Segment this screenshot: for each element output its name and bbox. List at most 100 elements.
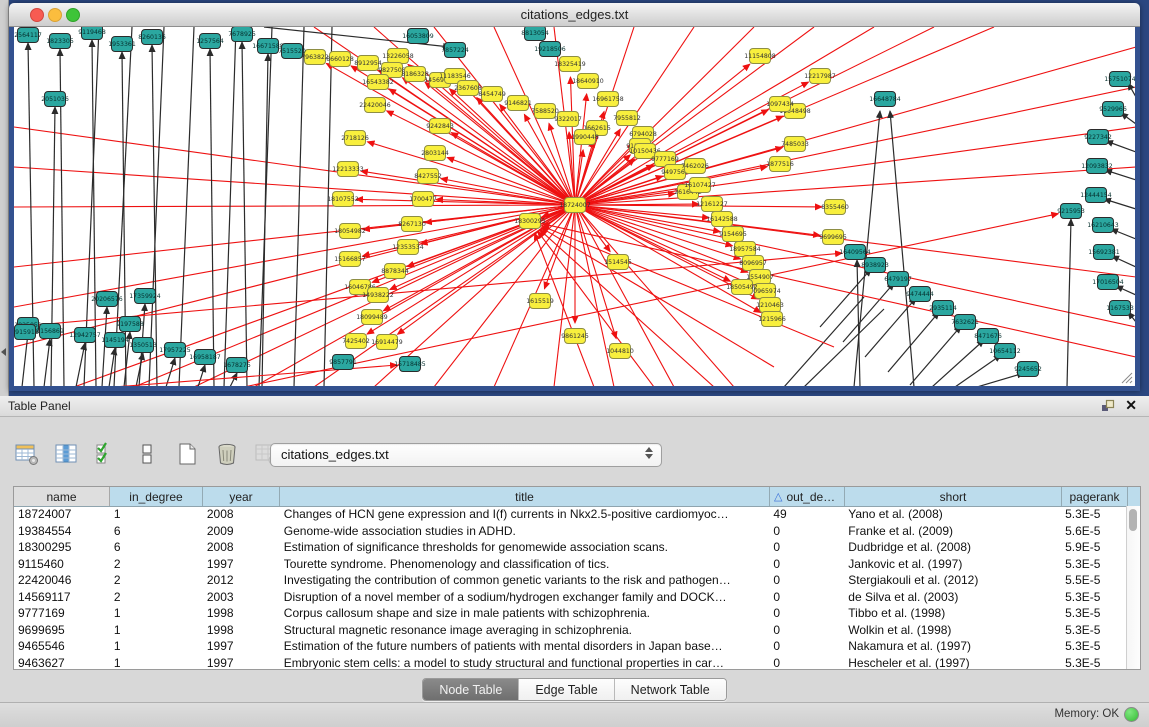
graph-node-8260136[interactable]: 8260136 bbox=[138, 30, 166, 45]
table-scrollbar[interactable] bbox=[1126, 506, 1140, 669]
graph-node-15718485[interactable]: 15718485 bbox=[394, 357, 426, 372]
red-edge[interactable] bbox=[542, 226, 834, 347]
graph-node-1823305[interactable]: 1823305 bbox=[46, 34, 74, 49]
graph-node-1350513[interactable]: 1350513 bbox=[129, 338, 157, 353]
red-edge[interactable] bbox=[14, 167, 575, 205]
graph-node-1615519[interactable]: 1615519 bbox=[526, 294, 554, 309]
black-edge[interactable] bbox=[44, 339, 50, 386]
red-edge[interactable] bbox=[421, 205, 575, 244]
graph-node-12942757[interactable]: 12942757 bbox=[69, 328, 101, 343]
table-row[interactable]: 1830029562008Estimation of significance … bbox=[14, 539, 1127, 556]
graph-node-1990448[interactable]: 1990448 bbox=[571, 130, 599, 145]
graph-node-1210463[interactable]: 1210463 bbox=[756, 298, 784, 313]
graph-node-8471676[interactable]: 8471676 bbox=[974, 329, 1002, 344]
graph-node-1257564[interactable]: 1257564 bbox=[196, 34, 224, 49]
table-row[interactable]: 977716911998Corpus callosum shape and si… bbox=[14, 605, 1127, 622]
black-edge[interactable] bbox=[1104, 199, 1135, 209]
row-height-icon[interactable] bbox=[134, 441, 160, 467]
graph-node-9146821[interactable]: 9146821 bbox=[504, 96, 532, 111]
red-edge[interactable] bbox=[575, 167, 1135, 205]
table-row[interactable]: 2242004622012Investigating the contribut… bbox=[14, 572, 1127, 589]
column-header-year[interactable]: year bbox=[203, 487, 280, 506]
graph-node-7632621[interactable]: 7632621 bbox=[951, 315, 979, 330]
graph-node-8660128[interactable]: 8660128 bbox=[326, 52, 354, 67]
table-options-icon[interactable] bbox=[14, 441, 40, 467]
graph-node-12353534[interactable]: 12353534 bbox=[392, 240, 424, 255]
graph-node-12213333[interactable]: 12213333 bbox=[332, 162, 364, 177]
graph-node-9197588[interactable]: 9197588 bbox=[116, 317, 144, 332]
graph-node-1156869[interactable]: 1156869 bbox=[36, 324, 64, 339]
graph-node-18099489[interactable]: 18099489 bbox=[356, 310, 388, 325]
graph-node-1700477[interactable]: 1700477 bbox=[409, 192, 437, 207]
collapse-arrow-icon[interactable] bbox=[1, 348, 6, 356]
graph-node-10654112[interactable]: 10654112 bbox=[989, 344, 1021, 359]
red-edge[interactable] bbox=[538, 231, 654, 386]
show-columns-icon[interactable] bbox=[54, 441, 80, 467]
black-edge[interactable] bbox=[910, 326, 961, 385]
delete-columns-icon[interactable] bbox=[214, 441, 240, 467]
black-edge[interactable] bbox=[977, 373, 1024, 386]
graph-node-16914479[interactable]: 16914479 bbox=[371, 335, 403, 350]
graph-node-2803144[interactable]: 2803144 bbox=[421, 146, 449, 161]
select-all-icon[interactable] bbox=[94, 441, 120, 467]
graph-node-8938923[interactable]: 8938923 bbox=[861, 258, 889, 273]
black-edge[interactable] bbox=[51, 107, 55, 386]
graph-node-16961758[interactable]: 16961758 bbox=[592, 92, 624, 107]
graph-node-1953361[interactable]: 1953361 bbox=[108, 37, 136, 52]
graph-node-9322017[interactable]: 9322017 bbox=[554, 112, 582, 127]
graph-node-18640910[interactable]: 18640910 bbox=[572, 74, 604, 89]
graph-node-1097434[interactable]: 1097434 bbox=[766, 97, 794, 112]
graph-node-3915911[interactable]: 3915911 bbox=[14, 325, 39, 340]
red-edge[interactable] bbox=[575, 205, 820, 235]
graph-node-2051036[interactable]: 2051036 bbox=[41, 92, 69, 107]
graph-node-8813054[interactable]: 8813054 bbox=[521, 27, 549, 41]
red-edge[interactable] bbox=[540, 230, 714, 386]
column-header-name[interactable]: name bbox=[14, 487, 110, 506]
graph-node-17957225[interactable]: 17957225 bbox=[159, 343, 191, 358]
graph-node-1215966[interactable]: 1215966 bbox=[758, 312, 786, 327]
graph-node-1877516[interactable]: 1877516 bbox=[766, 157, 794, 172]
graph-node-9154695[interactable]: 9154695 bbox=[719, 227, 747, 242]
column-header-out_de[interactable]: △out_de… bbox=[770, 487, 845, 506]
graph-node-16648784[interactable]: 16648784 bbox=[869, 92, 901, 107]
graph-node-9242843[interactable]: 9242843 bbox=[426, 119, 454, 134]
red-edge[interactable] bbox=[535, 233, 594, 386]
graph-node-9474444[interactable]: 9474444 bbox=[906, 287, 934, 302]
red-edge[interactable] bbox=[575, 150, 583, 205]
graph-node-19218506[interactable]: 19218506 bbox=[534, 42, 566, 57]
black-edge[interactable] bbox=[1106, 141, 1135, 152]
tab-node-table[interactable]: Node Table bbox=[423, 679, 519, 700]
red-edge[interactable] bbox=[367, 142, 575, 205]
column-header-pagerank[interactable]: pagerank bbox=[1062, 487, 1128, 506]
black-edge[interactable] bbox=[324, 27, 332, 386]
red-edge[interactable] bbox=[451, 133, 575, 205]
graph-node-8427552[interactable]: 8427552 bbox=[414, 169, 442, 184]
table-row[interactable]: 1938455462009Genome-wide association stu… bbox=[14, 523, 1127, 540]
red-edge[interactable] bbox=[14, 127, 575, 205]
graph-node-1678275[interactable]: 1678275 bbox=[223, 358, 251, 373]
table-row[interactable]: 1872400712008Changes of HCN gene express… bbox=[14, 506, 1127, 523]
graph-node-13226058[interactable]: 13226058 bbox=[382, 49, 414, 64]
graph-node-11154808[interactable]: 11154808 bbox=[744, 49, 776, 64]
scrollbar-thumb[interactable] bbox=[1129, 509, 1137, 531]
graph-node-7485033[interactable]: 7485033 bbox=[781, 137, 809, 152]
tab-network-table[interactable]: Network Table bbox=[615, 679, 726, 700]
black-edge[interactable] bbox=[1112, 256, 1135, 267]
column-header-short[interactable]: short bbox=[845, 487, 1062, 506]
graph-node-22420046[interactable]: 22420046 bbox=[359, 98, 391, 113]
graph-node-8454749[interactable]: 8454749 bbox=[478, 87, 506, 102]
graph-node-9119468[interactable]: 9119468 bbox=[78, 27, 106, 40]
black-edge[interactable] bbox=[210, 49, 214, 386]
table-row[interactable]: 969969511998Structural magnetic resonanc… bbox=[14, 622, 1127, 639]
network-window-titlebar[interactable]: citations_edges.txt bbox=[9, 3, 1140, 27]
graph-node-8267130[interactable]: 8267130 bbox=[398, 217, 426, 232]
graph-node-9529966[interactable]: 9529966 bbox=[1099, 102, 1127, 117]
create-column-icon[interactable] bbox=[174, 441, 200, 467]
black-edge[interactable] bbox=[242, 42, 247, 386]
graph-node-7515520[interactable]: 7515520 bbox=[278, 44, 306, 59]
graph-node-16053809[interactable]: 16053809 bbox=[402, 29, 434, 44]
black-edge[interactable] bbox=[1105, 170, 1135, 180]
graph-node-1044810[interactable]: 1044810 bbox=[606, 344, 634, 359]
red-edge[interactable] bbox=[14, 205, 575, 207]
resize-grip-icon[interactable] bbox=[1119, 370, 1133, 384]
